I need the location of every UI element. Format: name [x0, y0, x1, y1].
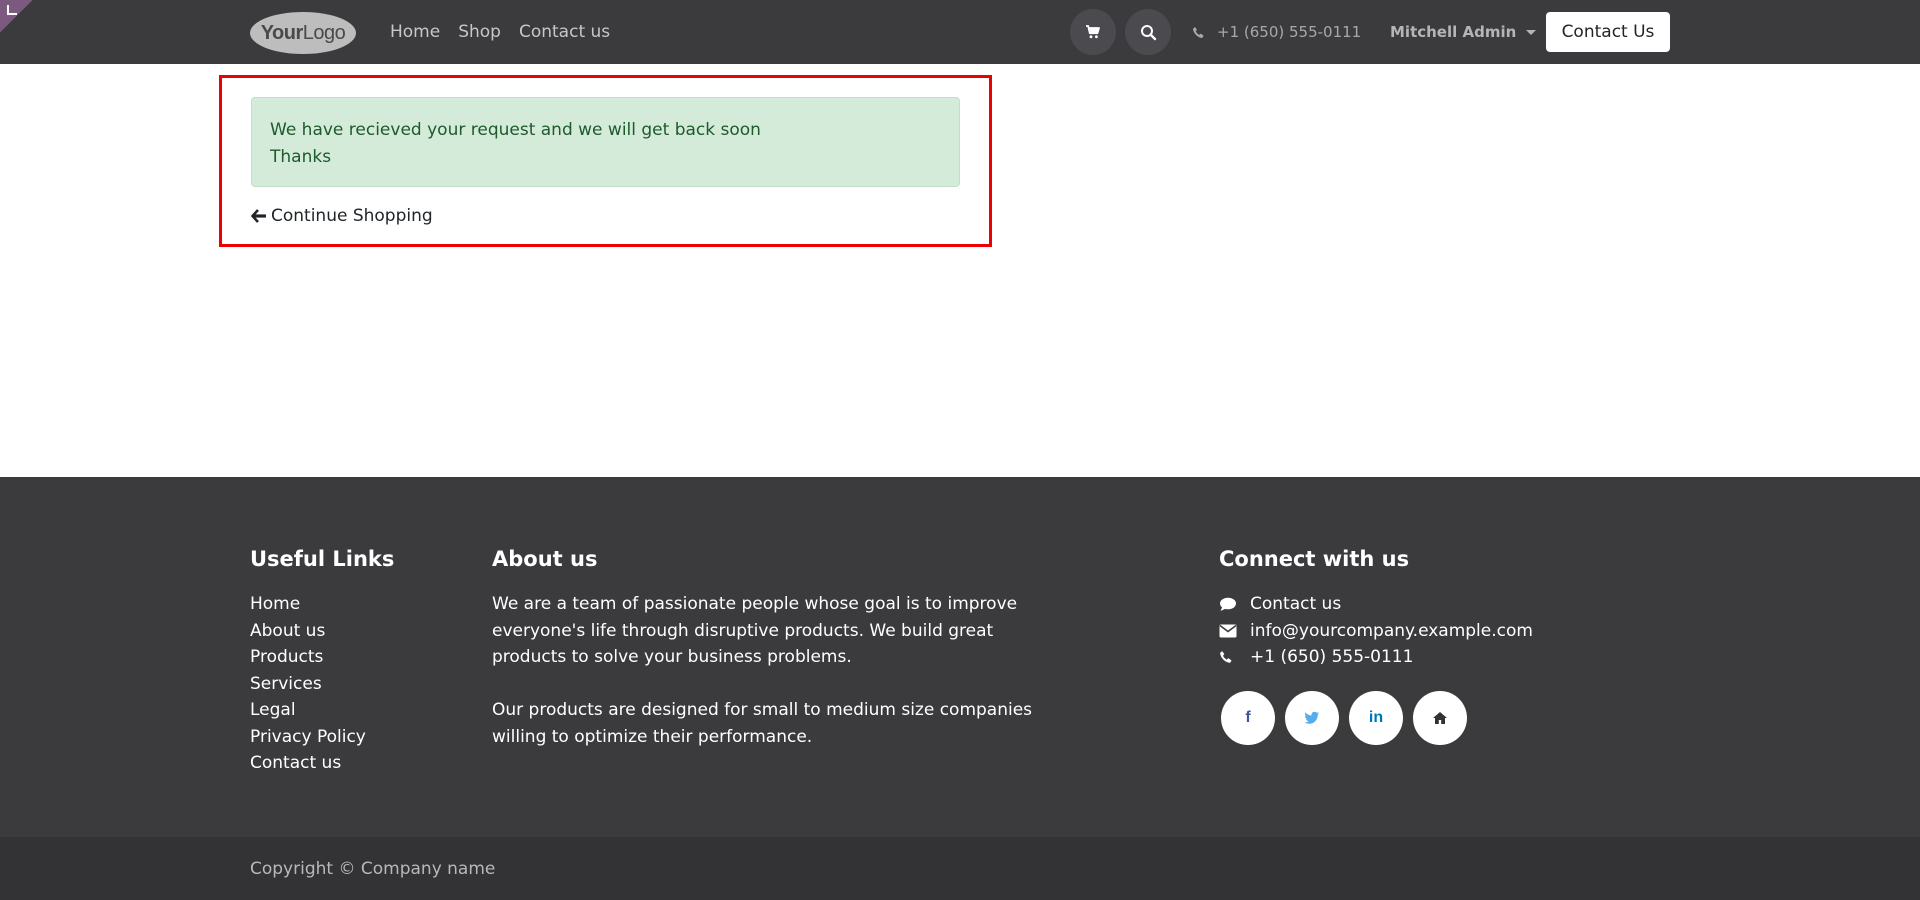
- envelope-icon: [1219, 624, 1237, 638]
- contact-us-button[interactable]: Contact Us: [1546, 12, 1670, 52]
- footer-link-privacy-policy[interactable]: Privacy Policy: [250, 724, 366, 751]
- success-alert: We have recieved your request and we wil…: [251, 97, 960, 187]
- corner-arrow-icon: [7, 5, 17, 15]
- twitter-button[interactable]: [1285, 691, 1339, 745]
- about-us-text: We are a team of passionate people whose…: [492, 591, 1067, 750]
- alert-message: We have recieved your request and we wil…: [270, 120, 761, 140]
- useful-links-list: Home About us Products Services Legal Pr…: [250, 591, 366, 777]
- site-logo[interactable]: Your Logo: [250, 12, 356, 54]
- footer-link-about-us[interactable]: About us: [250, 618, 366, 645]
- edit-mode-corner[interactable]: [0, 0, 46, 46]
- connect-heading: Connect with us: [1219, 547, 1410, 571]
- phone-icon: [1193, 26, 1204, 38]
- facebook-button[interactable]: f: [1221, 691, 1275, 745]
- connect-email-label: info@yourcompany.example.com: [1250, 620, 1533, 641]
- copyright-bar: Copyright © Company name: [0, 837, 1920, 900]
- footer-link-products[interactable]: Products: [250, 644, 366, 671]
- footer-link-home[interactable]: Home: [250, 591, 366, 618]
- user-name: Mitchell Admin: [1390, 23, 1517, 41]
- home-button[interactable]: [1413, 691, 1467, 745]
- home-icon: [1433, 712, 1447, 724]
- nav-shop[interactable]: Shop: [458, 22, 501, 42]
- connect-phone-label: +1 (650) 555-0111: [1250, 647, 1414, 667]
- linkedin-icon: in: [1368, 709, 1384, 726]
- about-paragraph-1: We are a team of passionate people whose…: [492, 594, 1018, 667]
- copyright-text: Copyright © Company name: [250, 859, 496, 879]
- continue-shopping-link[interactable]: Continue Shopping: [251, 204, 433, 228]
- comment-icon: [1220, 597, 1236, 611]
- caret-down-icon: [1526, 29, 1537, 35]
- nav-home[interactable]: Home: [390, 22, 440, 42]
- cart-button[interactable]: [1070, 9, 1116, 55]
- footer-link-contact-us[interactable]: Contact us: [250, 750, 366, 777]
- footer-link-services[interactable]: Services: [250, 671, 366, 698]
- header-phone[interactable]: +1 (650) 555-0111: [1192, 0, 1361, 64]
- header-phone-number: +1 (650) 555-0111: [1217, 23, 1362, 41]
- site-footer: Useful Links Home About us Products Serv…: [0, 477, 1920, 837]
- site-header: Your Logo Home Shop Contact us +1 (650) 5…: [0, 0, 1920, 64]
- footer-link-legal[interactable]: Legal: [250, 697, 366, 724]
- connect-list: Contact us info@yourcompany.example.com …: [1219, 591, 1533, 671]
- phone-icon: [1220, 651, 1232, 664]
- logo-text-your: Your: [260, 21, 304, 44]
- facebook-icon: f: [1245, 709, 1251, 726]
- linkedin-button[interactable]: in: [1349, 691, 1403, 745]
- alert-thanks: Thanks: [270, 147, 332, 167]
- logo-text-logo: Logo: [302, 21, 346, 44]
- arrow-left-icon: [251, 209, 266, 223]
- cart-icon: [1086, 25, 1100, 39]
- about-us-heading: About us: [492, 547, 598, 571]
- connect-phone-item[interactable]: +1 (650) 555-0111: [1219, 644, 1533, 671]
- search-button[interactable]: [1125, 9, 1171, 55]
- user-menu[interactable]: Mitchell Admin: [1390, 0, 1537, 64]
- connect-contact-label: Contact us: [1250, 594, 1342, 614]
- connect-contact-item[interactable]: Contact us: [1219, 591, 1533, 618]
- continue-shopping-label: Continue Shopping: [271, 206, 433, 226]
- nav-contact-us[interactable]: Contact us: [519, 22, 610, 42]
- main-nav: Home Shop Contact us: [390, 0, 628, 64]
- useful-links-heading: Useful Links: [250, 547, 395, 571]
- twitter-icon: [1304, 711, 1319, 724]
- about-paragraph-2: Our products are designed for small to m…: [492, 700, 1033, 747]
- search-icon: [1140, 24, 1156, 40]
- connect-email-item[interactable]: info@yourcompany.example.com: [1219, 618, 1533, 645]
